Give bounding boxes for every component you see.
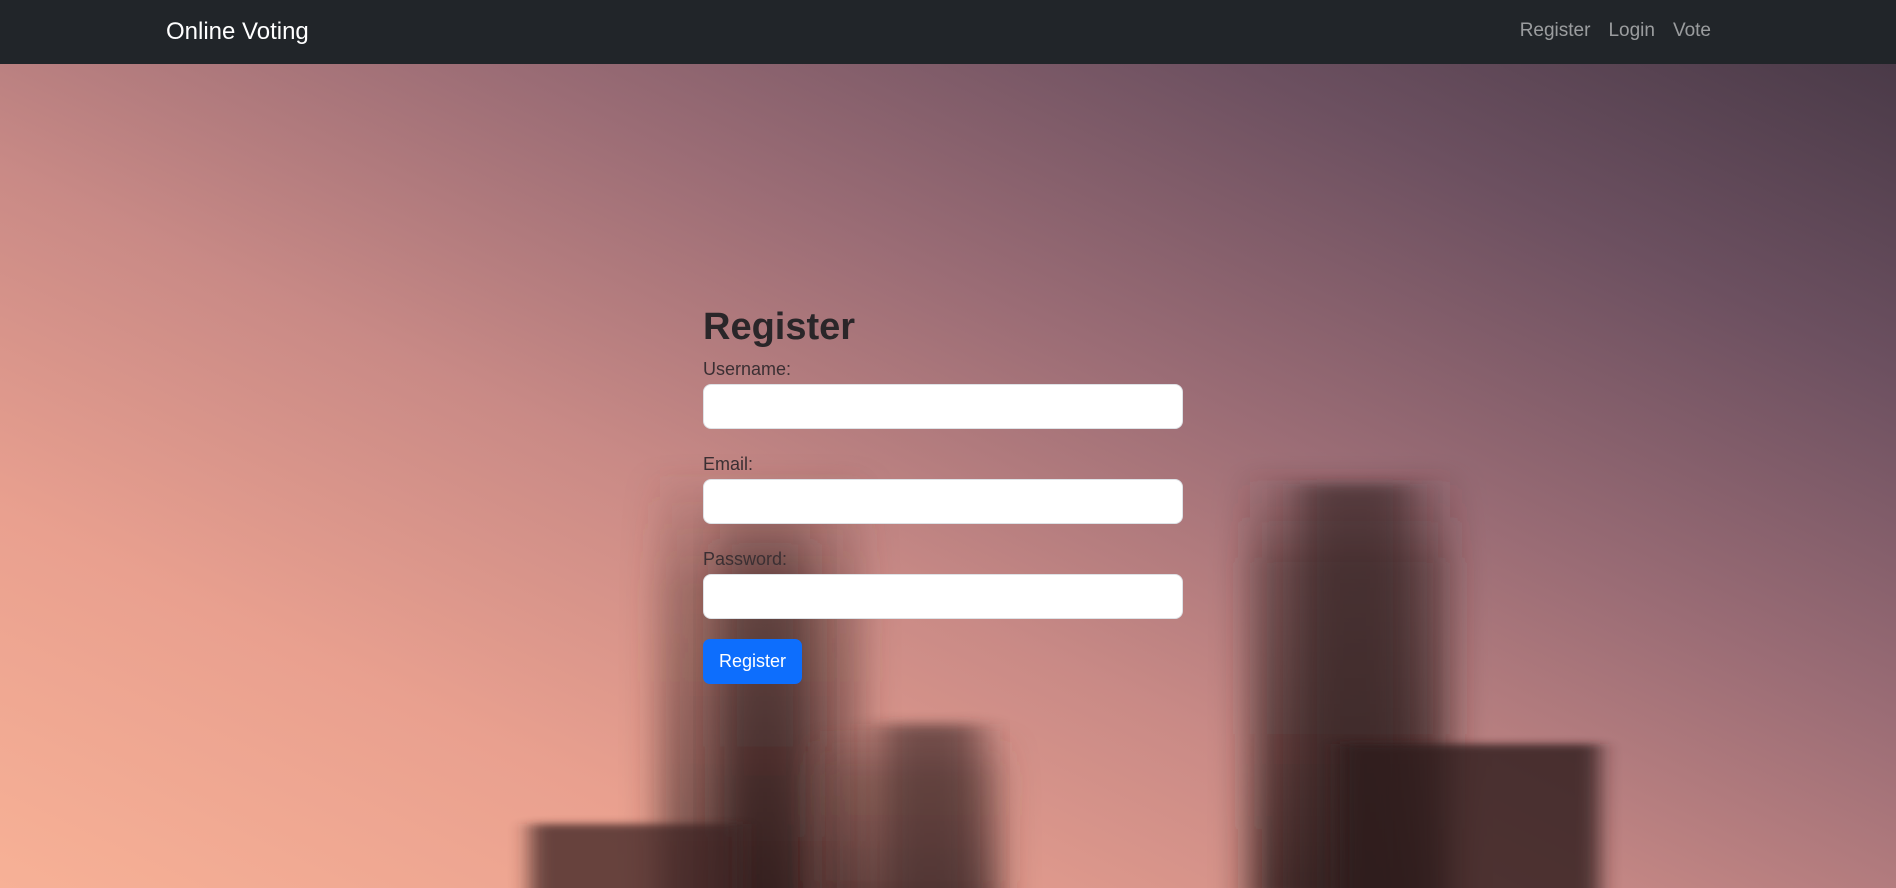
nav-link-vote[interactable]: Vote xyxy=(1673,18,1711,44)
background-hero: Register Username: Email: Password: Regi… xyxy=(0,64,1896,888)
nav-link-register[interactable]: Register xyxy=(1520,18,1591,44)
username-label: Username: xyxy=(703,359,792,379)
register-form: Register Username: Email: Password: Regi… xyxy=(703,304,1183,684)
brand-link[interactable]: Online Voting xyxy=(166,17,309,47)
nav-links: Register Login Vote xyxy=(1520,18,1711,44)
top-navbar: Online Voting Register Login Vote xyxy=(0,0,1896,64)
email-label: Email: xyxy=(703,454,754,474)
username-input[interactable] xyxy=(703,384,1183,429)
register-button[interactable]: Register xyxy=(703,639,803,684)
email-input[interactable] xyxy=(703,479,1183,524)
form-title: Register xyxy=(703,306,856,348)
password-label: Password: xyxy=(703,549,788,569)
password-input[interactable] xyxy=(703,574,1183,619)
nav-link-login[interactable]: Login xyxy=(1608,18,1655,44)
